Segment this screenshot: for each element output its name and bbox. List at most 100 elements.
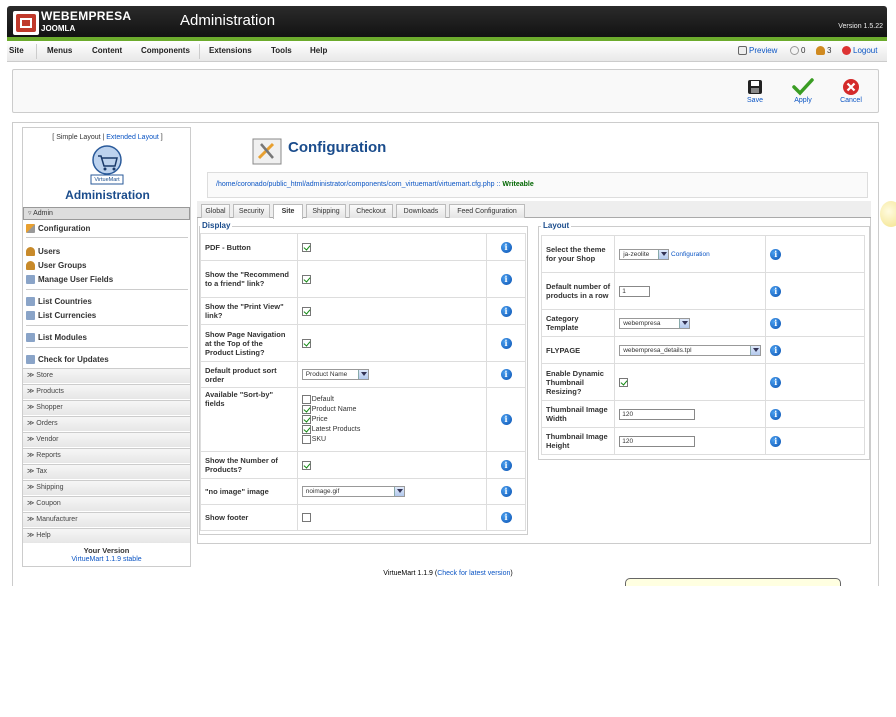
- no-image-select[interactable]: noimage.gif: [301, 486, 405, 497]
- recommend-checkbox[interactable]: [301, 274, 311, 284]
- sidebar-link-user-groups[interactable]: User Groups: [26, 261, 86, 270]
- sidebar-category-tax[interactable]: ≫ Tax: [23, 464, 190, 479]
- check-latest-version-link[interactable]: Check for latest version: [437, 570, 510, 577]
- extended-layout-link[interactable]: Extended Layout: [106, 134, 159, 141]
- print-view-checkbox[interactable]: [301, 306, 311, 316]
- flypage-select[interactable]: webempresa_details.tpl: [619, 344, 762, 356]
- brand-subtitle: JOOMLA: [41, 24, 76, 33]
- sidebar-link-user-fields[interactable]: Manage User Fields: [26, 275, 113, 284]
- info-icon[interactable]: i: [500, 305, 512, 317]
- info-icon[interactable]: i: [770, 376, 782, 388]
- sidebar-link-currencies[interactable]: List Currencies: [26, 311, 96, 320]
- category-template-select[interactable]: webempresa: [619, 317, 691, 329]
- sort-option-default[interactable]: Default: [301, 395, 482, 405]
- show-footer-checkbox[interactable]: [301, 513, 311, 523]
- preview-link[interactable]: Preview: [738, 46, 777, 55]
- sidebar-category-coupon[interactable]: ≫ Coupon: [23, 496, 190, 511]
- tab-security[interactable]: Security: [233, 204, 270, 218]
- tab-feed-configuration[interactable]: Feed Configuration: [449, 204, 525, 218]
- sidebar-category-help[interactable]: ≫ Help: [23, 528, 190, 543]
- info-icon[interactable]: i: [770, 344, 782, 356]
- sidebar-category-orders[interactable]: ≫ Orders: [23, 416, 190, 431]
- products-per-row-input[interactable]: 1: [619, 285, 651, 297]
- form-fields-icon: [26, 275, 35, 284]
- info-icon[interactable]: i: [500, 459, 512, 471]
- info-icon[interactable]: i: [770, 248, 782, 260]
- recommend-label: Show the "Recommend to a friend" link?: [200, 260, 298, 298]
- cancel-button[interactable]: Cancel: [831, 78, 871, 104]
- sort-option-sku[interactable]: SKU: [301, 435, 482, 445]
- users-icon: [26, 247, 35, 256]
- messages-count[interactable]: 0: [790, 46, 805, 55]
- sort-option-latest[interactable]: Latest Products: [301, 425, 482, 435]
- info-icon[interactable]: i: [770, 435, 782, 447]
- dynamic-thumbnail-checkbox[interactable]: [619, 377, 629, 387]
- thumbnail-width-input[interactable]: 120: [619, 408, 696, 420]
- notification-popup[interactable]: [625, 578, 841, 586]
- side-tab-handle[interactable]: [880, 201, 896, 227]
- info-icon[interactable]: i: [500, 369, 512, 380]
- no-image-label: "no image" image: [200, 478, 298, 505]
- info-icon[interactable]: i: [770, 408, 782, 420]
- menu-help[interactable]: Help: [310, 46, 327, 55]
- apply-button[interactable]: Apply: [783, 78, 823, 104]
- user-groups-icon: [26, 261, 35, 270]
- info-icon[interactable]: i: [500, 414, 512, 425]
- sidebar-section-admin[interactable]: ▿ Admin: [23, 207, 190, 220]
- info-icon[interactable]: i: [770, 285, 782, 297]
- sidebar-link-users[interactable]: Users: [26, 247, 60, 256]
- thumbnail-height-input[interactable]: 120: [619, 435, 696, 447]
- sort-option-product-name[interactable]: Product Name: [301, 405, 482, 415]
- sort-product-name-checkbox[interactable]: [301, 405, 311, 414]
- sidebar-link-modules[interactable]: List Modules: [26, 333, 87, 342]
- simple-layout-link[interactable]: Simple Layout: [56, 134, 100, 141]
- theme-select[interactable]: ja-zeolite: [619, 248, 670, 260]
- menu-site[interactable]: Site: [9, 46, 24, 55]
- sidebar-category-reports[interactable]: ≫ Reports: [23, 448, 190, 463]
- sort-default-checkbox[interactable]: [301, 395, 311, 404]
- sort-latest-checkbox[interactable]: [301, 425, 311, 434]
- sort-option-price[interactable]: Price: [301, 415, 482, 425]
- pdf-button-checkbox[interactable]: [301, 242, 311, 252]
- tab-shipping[interactable]: Shipping: [306, 204, 346, 218]
- list-icon: [26, 297, 35, 306]
- page-navigation-label: Show Page Navigation at the Top of the P…: [200, 324, 298, 362]
- row-default-sort: Default product sort order Product Name …: [200, 361, 526, 388]
- info-icon[interactable]: i: [500, 486, 512, 497]
- layout-legend: Layout: [541, 221, 572, 230]
- tab-checkout[interactable]: Checkout: [349, 204, 393, 218]
- sidebar-category-shipping[interactable]: ≫ Shipping: [23, 480, 190, 495]
- sidebar-category-products[interactable]: ≫ Products: [23, 384, 190, 399]
- sidebar-category-vendor[interactable]: ≫ Vendor: [23, 432, 190, 447]
- info-icon[interactable]: i: [500, 241, 512, 253]
- info-icon[interactable]: i: [770, 317, 782, 329]
- menu-menus[interactable]: Menus: [47, 46, 72, 55]
- tab-downloads[interactable]: Downloads: [396, 204, 446, 218]
- info-icon[interactable]: i: [500, 273, 512, 285]
- tab-global[interactable]: Global: [201, 204, 230, 218]
- info-icon[interactable]: i: [500, 512, 512, 523]
- theme-configuration-link[interactable]: Configuration: [671, 251, 710, 258]
- sidebar-category-store[interactable]: ≫ Store: [23, 368, 190, 383]
- logout-link[interactable]: Logout: [842, 46, 877, 55]
- joomla-logo-icon: [13, 11, 39, 35]
- menu-tools[interactable]: Tools: [271, 46, 292, 55]
- sort-sku-checkbox[interactable]: [301, 435, 311, 444]
- dynamic-thumbnail-label: Enable Dynamic Thumbnail Resizing?: [540, 363, 616, 401]
- sort-price-checkbox[interactable]: [301, 415, 311, 424]
- info-icon[interactable]: i: [500, 337, 512, 349]
- sidebar-category-manufacturer[interactable]: ≫ Manufacturer: [23, 512, 190, 527]
- number-of-products-checkbox[interactable]: [301, 460, 311, 470]
- sidebar-link-configuration[interactable]: Configuration: [26, 224, 90, 233]
- row-products-per-row: Default number of products in a row 1 i: [540, 272, 865, 310]
- sidebar-category-shopper[interactable]: ≫ Shopper: [23, 400, 190, 415]
- menu-components[interactable]: Components: [141, 46, 190, 55]
- page-navigation-checkbox[interactable]: [301, 338, 311, 348]
- tab-site[interactable]: Site: [273, 204, 303, 219]
- sidebar-link-updates[interactable]: Check for Updates: [26, 355, 109, 364]
- save-button[interactable]: Save: [735, 78, 775, 104]
- default-sort-select[interactable]: Product Name: [301, 369, 369, 380]
- sidebar-link-countries[interactable]: List Countries: [26, 297, 92, 306]
- menu-extensions[interactable]: Extensions: [209, 46, 252, 55]
- menu-content[interactable]: Content: [92, 46, 122, 55]
